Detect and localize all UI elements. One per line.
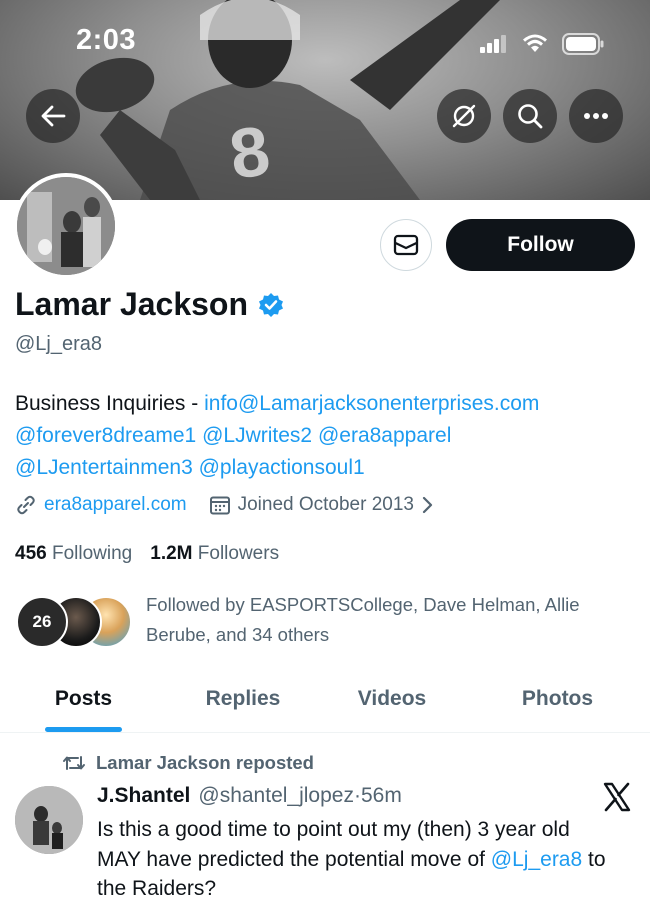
repost-indicator[interactable]: Lamar Jackson reposted	[62, 752, 314, 774]
bio-email-link[interactable]: info@Lamarjacksonenterprises.com	[204, 392, 539, 415]
status-time: 2:03	[76, 24, 137, 56]
arrow-left-icon	[41, 105, 66, 127]
mention-link[interactable]: @LJwrites2	[202, 424, 312, 447]
mention-link[interactable]: @playactionsoul1	[199, 456, 365, 479]
joined-item[interactable]: Joined October 2013	[209, 494, 433, 516]
post-separator: ·	[353, 784, 361, 807]
following-count-link[interactable]: 456 Following	[15, 543, 132, 565]
calendar-icon	[209, 496, 230, 515]
search-icon	[518, 104, 543, 129]
followed-by-avatars[interactable]: 26	[16, 596, 132, 648]
profile-meta: era8apparel.com Joined October 2013	[15, 494, 433, 516]
website-link[interactable]: era8apparel.com	[44, 494, 187, 516]
post-author-handle-time: @shantel_jlopez·56m	[198, 784, 401, 808]
chevron-right-icon	[422, 496, 433, 514]
mute-notifications-button[interactable]	[437, 89, 491, 143]
back-button[interactable]	[26, 89, 80, 143]
mention-link[interactable]: @LJentertainmen3	[15, 456, 193, 479]
link-icon	[17, 495, 35, 515]
post-text[interactable]: Is this a good time to point out my (the…	[97, 815, 617, 904]
followers-count-link[interactable]: 1.2M Followers	[150, 543, 279, 565]
joined-date: Joined October 2013	[237, 494, 414, 515]
profile-tabs: Posts Replies Videos Photos	[0, 665, 650, 733]
following-label: Following	[51, 543, 133, 564]
followers-count: 1.2M	[150, 543, 193, 564]
follow-button[interactable]: Follow	[446, 219, 635, 271]
post-author-handle[interactable]: @shantel_jlopez	[198, 784, 354, 807]
x-logo-icon[interactable]	[602, 782, 632, 812]
message-button[interactable]	[380, 219, 432, 271]
bio-line-1: Business Inquiries - info@Lamarjacksonen…	[15, 388, 640, 420]
mention-link[interactable]: @era8apparel	[318, 424, 451, 447]
profile-name: Lamar Jackson	[15, 286, 249, 322]
envelope-icon	[393, 234, 419, 256]
post-time[interactable]: 56m	[361, 784, 402, 807]
tab-videos[interactable]: Videos	[320, 665, 464, 732]
more-icon	[584, 113, 608, 119]
post-avatar-photo	[15, 786, 83, 854]
post-mention-link[interactable]: @Lj_era8	[491, 848, 582, 871]
college-badge-text: 26	[32, 612, 52, 631]
mention-link[interactable]: @forever8dreame1	[15, 424, 196, 447]
tab-posts[interactable]: Posts	[15, 665, 152, 732]
more-options-button[interactable]	[569, 89, 623, 143]
profile-name-row: Lamar Jackson	[15, 286, 284, 323]
post-author-name[interactable]: J.Shantel	[97, 784, 190, 808]
battery-icon	[562, 33, 604, 55]
followers-label: Followers	[197, 543, 280, 564]
tab-replies[interactable]: Replies	[168, 665, 318, 732]
bio-line-2: @forever8dreame1 @LJwrites2 @era8apparel	[15, 420, 640, 452]
notifications-off-icon	[452, 104, 476, 128]
search-button[interactable]	[503, 89, 557, 143]
website-item[interactable]: era8apparel.com	[15, 494, 187, 516]
bio-line-3: @LJentertainmen3 @playactionsoul1	[15, 452, 640, 484]
profile-bio: Business Inquiries - info@Lamarjacksonen…	[15, 388, 640, 484]
active-tab-indicator	[45, 727, 122, 732]
bio-prefix: Business Inquiries -	[15, 392, 205, 415]
profile-avatar[interactable]	[13, 173, 119, 279]
profile-banner[interactable]: 8 2:03	[0, 0, 650, 200]
signal-icon	[480, 35, 506, 53]
repost-icon	[63, 756, 85, 770]
profile-handle: @Lj_era8	[15, 333, 103, 355]
avatar-photo	[17, 177, 115, 275]
tab-photos[interactable]: Photos	[480, 665, 635, 732]
follow-counts: 456 Following 1.2M Followers	[15, 543, 279, 565]
repost-label: Lamar Jackson reposted	[96, 752, 314, 773]
followed-by-text[interactable]: Followed by EASPORTSCollege, Dave Helman…	[146, 590, 636, 650]
status-icons	[480, 30, 604, 58]
follower-avatar: 26	[16, 596, 68, 648]
verified-badge-icon[interactable]	[258, 292, 284, 318]
wifi-icon	[523, 34, 547, 52]
following-count: 456	[15, 543, 47, 564]
post-header: J.Shantel @shantel_jlopez·56m	[97, 784, 402, 808]
post-author-avatar[interactable]	[15, 786, 83, 854]
